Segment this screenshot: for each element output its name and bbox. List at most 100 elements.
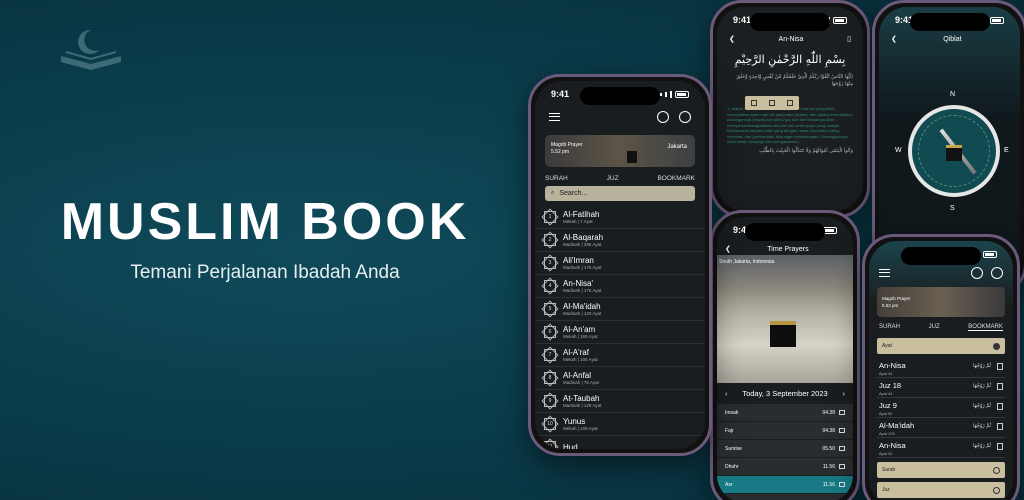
- surah-name: Yunus: [563, 417, 586, 426]
- surah-item[interactable]: 11 Hud: [535, 436, 705, 449]
- surah-name: Hud: [563, 442, 578, 450]
- surah-number: 9: [548, 398, 552, 404]
- bookmark-arabic: ثُمَّ زَوْجُهَا: [972, 403, 991, 409]
- prayer-time: 05.50: [822, 445, 835, 452]
- play-icon[interactable]: [769, 100, 775, 106]
- speaker-icon[interactable]: [839, 428, 845, 433]
- menu-icon[interactable]: [879, 269, 890, 277]
- compass-icon[interactable]: [657, 111, 669, 123]
- surah-item[interactable]: 8 Al-Anfal Madinah | 75 Ayat: [535, 367, 705, 390]
- verse-translation: 1. Wahai manusia! Bertakwalah kepada Tuh…: [727, 106, 853, 144]
- section-label: Surah: [882, 467, 896, 473]
- tab-bookmark[interactable]: BOOKMARK: [657, 175, 695, 182]
- surah-item[interactable]: 4 An-Nisa' Madinah | 176 Ayat: [535, 275, 705, 298]
- prev-day-icon[interactable]: ‹: [725, 389, 728, 398]
- surah-number-badge-icon: 9: [543, 394, 557, 408]
- expand-icon[interactable]: [993, 466, 1000, 474]
- bookmark-name: Juz 18: [879, 381, 902, 390]
- surah-number-badge-icon: 2: [543, 233, 557, 247]
- bookmark-meta: Ayat 109: [879, 431, 895, 436]
- surah-item[interactable]: 3 Ali'Imran Madinah | 176 Ayat: [535, 252, 705, 275]
- status-icons: [660, 90, 689, 98]
- menu-icon[interactable]: [549, 113, 560, 121]
- surah-item[interactable]: 7 Al-A'raf Mekah | 106 Ayat: [535, 344, 705, 367]
- surah-number-badge-icon: 8: [543, 371, 557, 385]
- tab-bookmark[interactable]: BOOKMARK: [968, 324, 1003, 331]
- surah-number: 11: [547, 444, 553, 449]
- surah-name: Al-Fatihah: [563, 210, 600, 219]
- bookmark-list: An-Nisa Ayat 44 ثُمَّ زَوْجُهَا Juz 18 Ayat …: [869, 358, 1013, 458]
- qibla-compass: [908, 105, 1000, 197]
- tab-juz[interactable]: JUZ: [929, 324, 940, 331]
- verse-arabic: يٰٓاَيُّهَا النَّاسُ اتَّقُوْا رَبَّكُمُ…: [736, 74, 853, 87]
- surah-number-badge-icon: 3: [543, 256, 557, 270]
- page-title: Qiblat: [943, 35, 962, 43]
- bookmark-phone: Magrib Prayer 5.52 pm SURAH JUZ BOOKMARK…: [862, 234, 1020, 500]
- speaker-icon[interactable]: [839, 482, 845, 487]
- compass-icon[interactable]: [971, 267, 983, 279]
- surah-item[interactable]: 2 Al-Baqarah Madinah | 286 Ayat: [535, 229, 705, 252]
- mecca-image: South Jakarta, Indonesia: [717, 255, 853, 383]
- banner-time: 5.52 pm: [551, 149, 570, 155]
- surah-number: 5: [548, 306, 552, 312]
- delete-icon[interactable]: [997, 363, 1003, 370]
- delete-icon[interactable]: [997, 383, 1003, 390]
- prayer-row[interactable]: Dhuhr 11.56: [717, 458, 853, 476]
- surah-meta: Madinah | 286 Ayat: [563, 242, 602, 247]
- bookmark-icon[interactable]: ▯: [847, 35, 851, 43]
- compass-north: N: [950, 91, 956, 98]
- share-icon[interactable]: [787, 100, 793, 106]
- profile-icon[interactable]: [991, 267, 1003, 279]
- speaker-icon[interactable]: [839, 410, 845, 415]
- search-input[interactable]: ⌕ Search...: [545, 186, 695, 201]
- verse-toolbar[interactable]: [745, 96, 799, 110]
- surah-item[interactable]: 5 Al-Ma'idah Madinah | 120 Ayat: [535, 298, 705, 321]
- bookmark-item[interactable]: Juz 18 Ayat 44 ثُمَّ زَوْجُهَا: [877, 378, 1005, 398]
- bookmark-item[interactable]: Juz 9 Ayat 92 ثُمَّ زَوْجُهَا: [877, 398, 1005, 418]
- section-juz[interactable]: Juz: [877, 482, 1005, 498]
- bookmark-item[interactable]: Al-Ma'idah Ayat 109 ثُمَّ زَوْجُهَا: [877, 418, 1005, 438]
- section-ayat[interactable]: Ayat: [877, 338, 1005, 354]
- bookmark-meta: Ayat 32: [879, 451, 893, 456]
- prayer-list: Imsak 04.38 Fajr 04.38 Sunrise 05.50 Dhuhr 11.5…: [717, 404, 853, 500]
- surah-number-badge-icon: 6: [543, 325, 557, 339]
- muslim-book-logo-icon: [61, 29, 121, 70]
- prayer-row[interactable]: Imsak 04.38: [717, 404, 853, 422]
- prayer-row[interactable]: Maghrib17.56: [717, 494, 853, 500]
- prayer-row[interactable]: Asr 11.56: [717, 476, 853, 494]
- next-day-icon[interactable]: ›: [843, 389, 846, 398]
- surah-item[interactable]: 1 Al-Fatihah Mekah | 7 Ayat: [535, 206, 705, 229]
- back-icon[interactable]: ❮: [891, 35, 897, 43]
- back-icon[interactable]: ❮: [729, 35, 735, 43]
- surah-item[interactable]: 6 Al-An'am Mekah | 165 Ayat: [535, 321, 705, 344]
- tab-surah[interactable]: SURAH: [879, 324, 900, 331]
- section-surah[interactable]: Surah: [877, 462, 1005, 478]
- surah-number-badge-icon: 7: [543, 348, 557, 362]
- profile-icon[interactable]: [679, 111, 691, 123]
- compass-needle-icon: [939, 128, 977, 175]
- bookmark-name: An-Nisa: [879, 361, 906, 370]
- prayer-name: Asr: [725, 481, 733, 488]
- speaker-icon[interactable]: [839, 464, 845, 469]
- delete-icon[interactable]: [997, 423, 1003, 430]
- surah-number: 4: [548, 283, 552, 289]
- prayer-row[interactable]: Fajr 04.38: [717, 422, 853, 440]
- collapse-icon[interactable]: [993, 342, 1000, 350]
- surah-number: 1: [548, 214, 552, 220]
- tab-juz[interactable]: JUZ: [607, 175, 619, 182]
- bookmark-item[interactable]: An-Nisa Ayat 32 ثُمَّ زَوْجُهَا: [877, 438, 1005, 458]
- expand-icon[interactable]: [993, 486, 1000, 494]
- surah-item[interactable]: 10 Yunus Mekah | 109 Ayat: [535, 413, 705, 436]
- delete-icon[interactable]: [997, 403, 1003, 410]
- main-phone: 9:41 Magrib Prayer 5.52 pm Jakarta SURAH…: [528, 74, 712, 456]
- bookmark-icon[interactable]: [751, 100, 757, 106]
- bookmark-name: Juz 9: [879, 401, 897, 410]
- delete-icon[interactable]: [997, 443, 1003, 450]
- prayer-row[interactable]: Sunrise 05.50: [717, 440, 853, 458]
- surah-item[interactable]: 9 At-Taubah Madinah | 129 Ayat: [535, 390, 705, 413]
- status-icons: [990, 16, 1004, 24]
- bookmark-item[interactable]: An-Nisa Ayat 44 ثُمَّ زَوْجُهَا: [877, 358, 1005, 378]
- tab-surah[interactable]: SURAH: [545, 175, 568, 182]
- prayer-name: Imsak: [725, 409, 739, 416]
- speaker-icon[interactable]: [839, 446, 845, 451]
